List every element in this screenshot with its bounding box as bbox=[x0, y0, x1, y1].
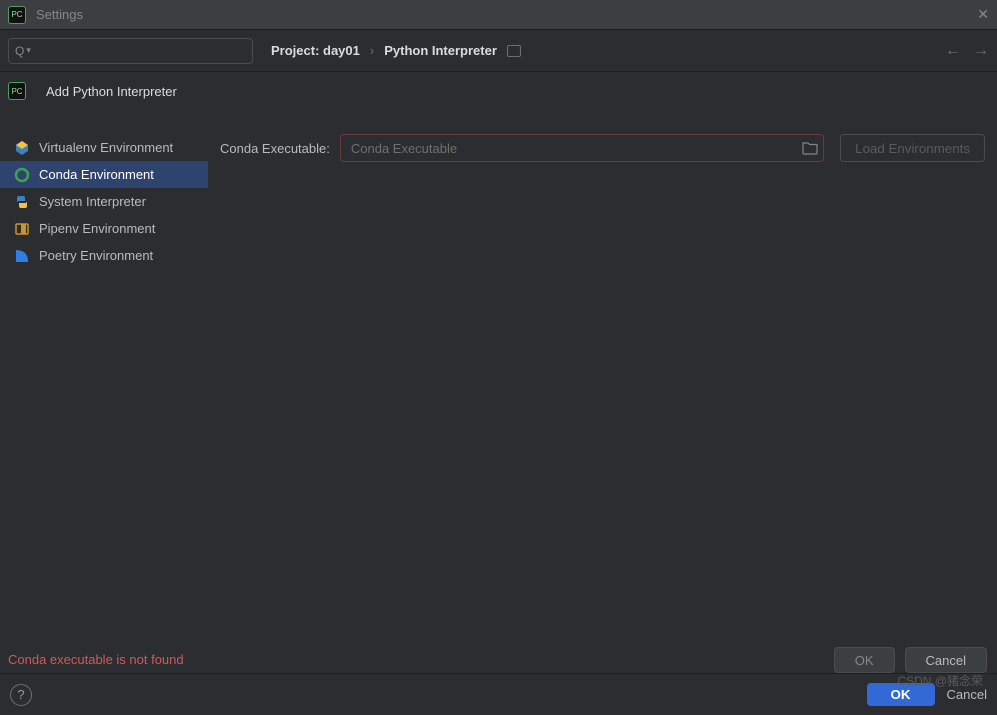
breadcrumb-sep: › bbox=[370, 43, 374, 58]
virtualenv-icon bbox=[14, 140, 30, 156]
browse-folder-icon[interactable] bbox=[802, 141, 818, 155]
breadcrumb-page[interactable]: Python Interpreter bbox=[384, 43, 497, 58]
help-icon[interactable]: ? bbox=[10, 684, 32, 706]
window-title: Settings bbox=[36, 7, 83, 22]
nav-arrows: ← → bbox=[945, 42, 989, 60]
sidebar-item-pipenv[interactable]: Pipenv Environment bbox=[0, 215, 208, 242]
pipenv-icon bbox=[14, 221, 30, 237]
interpreter-type-sidebar: Virtualenv Environment Conda Environment… bbox=[0, 106, 208, 665]
back-icon[interactable]: ← bbox=[945, 42, 961, 60]
sidebar-item-label: Virtualenv Environment bbox=[39, 140, 173, 155]
search-input[interactable]: Q ▾ bbox=[8, 38, 253, 64]
modal-title: Add Python Interpreter bbox=[46, 84, 177, 99]
modal-header: PC Add Python Interpreter bbox=[0, 76, 997, 106]
sidebar-item-label: System Interpreter bbox=[39, 194, 146, 209]
subheader: Q ▾ Project: day01 › Python Interpreter … bbox=[0, 30, 997, 72]
sidebar-item-label: Poetry Environment bbox=[39, 248, 153, 263]
modal-ok-button[interactable]: OK bbox=[834, 647, 895, 673]
conda-exec-input-wrap bbox=[340, 134, 824, 162]
poetry-icon bbox=[14, 248, 30, 264]
app-icon: PC bbox=[8, 6, 26, 24]
add-interpreter-modal: PC Add Python Interpreter Virtualenv Env… bbox=[0, 76, 997, 715]
sidebar-item-system[interactable]: System Interpreter bbox=[0, 188, 208, 215]
search-icon: Q bbox=[15, 44, 24, 58]
sidebar-item-label: Conda Environment bbox=[39, 167, 154, 182]
error-message: Conda executable is not found bbox=[8, 652, 184, 667]
cancel-button[interactable]: Cancel bbox=[947, 687, 987, 702]
sidebar-item-virtualenv[interactable]: Virtualenv Environment bbox=[0, 134, 208, 161]
forward-icon[interactable]: → bbox=[973, 42, 989, 60]
sidebar-item-conda[interactable]: Conda Environment bbox=[0, 161, 208, 188]
titlebar: PC Settings ✕ bbox=[0, 0, 997, 30]
app-icon: PC bbox=[8, 82, 26, 100]
conda-icon bbox=[14, 167, 30, 183]
conda-exec-row: Conda Executable: Load Environments bbox=[220, 134, 985, 162]
ok-button[interactable]: OK bbox=[867, 683, 935, 706]
conda-exec-label: Conda Executable: bbox=[220, 141, 330, 156]
modal-cancel-button[interactable]: Cancel bbox=[905, 647, 987, 673]
bottom-bar: ? OK Cancel bbox=[0, 673, 997, 715]
breadcrumb: Project: day01 › Python Interpreter bbox=[271, 43, 521, 58]
sidebar-item-label: Pipenv Environment bbox=[39, 221, 155, 236]
breadcrumb-project[interactable]: Project: day01 bbox=[271, 43, 360, 58]
modal-content: Conda Executable: Load Environments bbox=[208, 106, 997, 665]
modal-footer: OK Cancel bbox=[834, 647, 987, 673]
close-icon[interactable]: ✕ bbox=[977, 6, 989, 23]
conda-exec-input[interactable] bbox=[340, 134, 824, 162]
load-environments-button[interactable]: Load Environments bbox=[840, 134, 985, 162]
dropdown-icon: ▾ bbox=[26, 45, 31, 56]
copy-icon[interactable] bbox=[507, 45, 521, 57]
sidebar-item-poetry[interactable]: Poetry Environment bbox=[0, 242, 208, 269]
python-icon bbox=[14, 194, 30, 210]
